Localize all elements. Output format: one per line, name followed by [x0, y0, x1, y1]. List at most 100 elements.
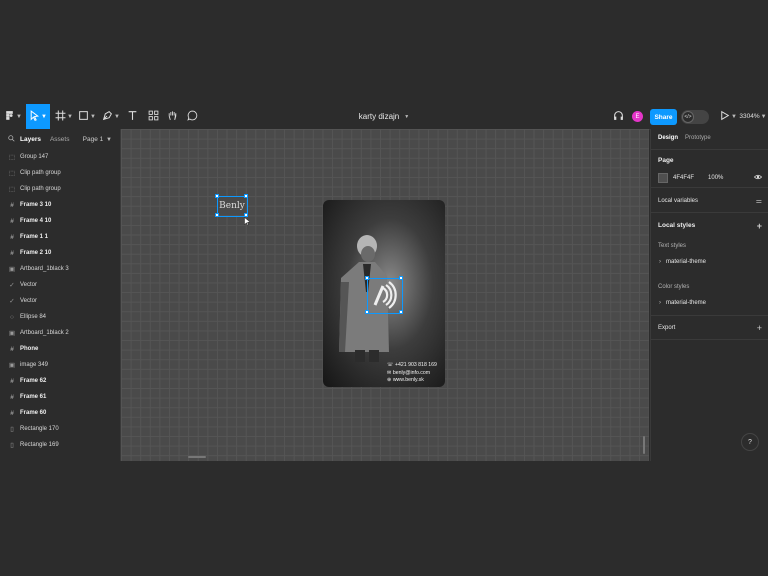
- layer-row[interactable]: ○ Ellipse 84: [0, 309, 120, 325]
- resources-button[interactable]: [146, 104, 160, 129]
- cursor-icon: [29, 109, 40, 124]
- resize-handle[interactable]: [399, 276, 403, 280]
- layer-row[interactable]: # Frame 1 1: [0, 229, 120, 245]
- contact-website: www.benly.sk: [392, 377, 424, 383]
- nfc-selection-box: [367, 278, 403, 314]
- move-tool-button[interactable]: ▼: [26, 104, 50, 129]
- divider: [651, 212, 768, 213]
- tab-assets[interactable]: Assets: [50, 136, 70, 143]
- layer-row[interactable]: # Phone: [0, 341, 120, 357]
- headphones-icon: [613, 110, 624, 124]
- text-style-item[interactable]: › material-theme: [658, 259, 762, 265]
- mail-icon: ✉: [387, 369, 392, 376]
- layer-row[interactable]: ⬚ Clip path group: [0, 181, 120, 197]
- zoom-value: 3304%: [739, 113, 760, 120]
- figma-logo-icon: [4, 110, 15, 124]
- resize-handle[interactable]: [365, 276, 369, 280]
- frame-icon: #: [10, 409, 14, 417]
- layer-row[interactable]: ✓ Vector: [0, 277, 120, 293]
- layer-row[interactable]: ✓ Vector: [0, 293, 120, 309]
- dev-mode-toggle[interactable]: </>: [681, 110, 709, 124]
- file-title[interactable]: karty dizajn: [359, 112, 399, 121]
- resize-handle[interactable]: [244, 194, 248, 198]
- audio-button[interactable]: [611, 104, 625, 129]
- tab-layers[interactable]: Layers: [20, 136, 41, 143]
- chevron-right-icon[interactable]: ›: [659, 259, 661, 265]
- zoom-dropdown[interactable]: 3304% ▼: [739, 104, 766, 129]
- present-button[interactable]: ▼: [718, 104, 738, 129]
- sliders-icon[interactable]: ⚌: [756, 197, 762, 205]
- resize-handle[interactable]: [215, 194, 219, 198]
- local-styles-label: Local styles: [658, 222, 696, 229]
- text-tool-button[interactable]: [125, 104, 139, 129]
- search-icon[interactable]: [8, 134, 15, 144]
- page-opacity[interactable]: 100%: [708, 175, 723, 181]
- frame-icon: #: [10, 249, 14, 257]
- page-color-hex[interactable]: 4F4F4F: [673, 175, 694, 181]
- layer-row[interactable]: # Frame 2 10: [0, 245, 120, 261]
- layer-row[interactable]: ▣ Artboard_1black 2: [0, 325, 120, 341]
- resize-handle[interactable]: [215, 213, 219, 217]
- code-icon: </>: [682, 111, 694, 123]
- avatar[interactable]: E: [632, 111, 643, 122]
- export-row[interactable]: Export +: [658, 323, 762, 333]
- tab-prototype[interactable]: Prototype: [685, 135, 711, 141]
- layer-row[interactable]: ⬚ Group 147: [0, 149, 120, 165]
- layer-row[interactable]: ▣ Artboard_1black 3: [0, 261, 120, 277]
- layer-row[interactable]: # Frame 4 10: [0, 213, 120, 229]
- properties-panel: Design Prototype Page 4F4F4F 100% Local …: [650, 129, 768, 461]
- chevron-right-icon[interactable]: ›: [659, 300, 661, 306]
- main-menu-button[interactable]: ▼: [4, 104, 22, 129]
- layer-row[interactable]: ⬚ Clip path group: [0, 165, 120, 181]
- layer-row[interactable]: # Frame 61: [0, 389, 120, 405]
- contact-block: ☏ +421 903 818 169 ✉ benly@info.com ⊕ ww…: [387, 362, 437, 385]
- horizontal-scrollbar[interactable]: [188, 456, 206, 458]
- layer-name: Clip path group: [20, 170, 61, 176]
- page-selector[interactable]: Page 1 ▼: [83, 136, 112, 143]
- layer-name: Frame 61: [20, 394, 47, 400]
- frame-icon: #: [10, 393, 14, 401]
- layer-row[interactable]: # Frame 60: [0, 405, 120, 421]
- layer-name: Frame 62: [20, 378, 47, 384]
- help-button[interactable]: ?: [741, 433, 759, 451]
- frame-tool-button[interactable]: ▼: [55, 104, 73, 129]
- shape-tool-button[interactable]: ▼: [78, 104, 96, 129]
- color-style-name: material-theme: [666, 300, 707, 306]
- contact-phone: +421 903 818 169: [394, 362, 437, 368]
- group-icon: ⬚: [8, 154, 16, 161]
- layer-name: image 349: [20, 362, 49, 368]
- frame-icon: #: [10, 233, 14, 241]
- canvas[interactable]: Benly ☏ +421 903 818 169 ✉ benly@info.co…: [121, 129, 649, 461]
- color-swatch[interactable]: [658, 173, 668, 183]
- layer-row[interactable]: ▣ image 349: [0, 357, 120, 373]
- layer-row[interactable]: # Frame 62: [0, 373, 120, 389]
- chevron-down-icon[interactable]: ▼: [404, 114, 409, 120]
- play-icon: [719, 110, 730, 124]
- pen-tool-button[interactable]: ▼: [101, 104, 121, 129]
- tab-design[interactable]: Design: [658, 135, 678, 141]
- layer-name: Ellipse 84: [20, 314, 47, 320]
- comment-tool-button[interactable]: [185, 104, 199, 129]
- hand-tool-button[interactable]: [165, 104, 179, 129]
- add-style-icon[interactable]: +: [757, 221, 762, 231]
- local-variables-row[interactable]: Local variables ⚌: [658, 197, 762, 205]
- layer-row[interactable]: ▯ Rectangle 169: [0, 437, 120, 453]
- group-icon: ⬚: [8, 170, 16, 177]
- comment-icon: [186, 110, 198, 124]
- resize-handle[interactable]: [399, 310, 403, 314]
- vertical-scrollbar[interactable]: [643, 436, 645, 454]
- share-button[interactable]: Share: [650, 109, 677, 125]
- color-styles-label: Color styles: [658, 284, 690, 290]
- text-style-name: material-theme: [666, 259, 707, 265]
- contact-email-row: ✉ benly@info.com: [387, 370, 437, 378]
- layer-name: Frame 1 1: [20, 234, 49, 240]
- resize-handle[interactable]: [365, 310, 369, 314]
- page-color-row[interactable]: 4F4F4F 100%: [658, 173, 763, 183]
- color-style-item[interactable]: › material-theme: [658, 300, 762, 306]
- layer-name: Vector: [20, 298, 38, 304]
- frame-icon: [55, 110, 66, 124]
- layer-row[interactable]: ▯ Rectangle 170: [0, 421, 120, 437]
- eye-icon[interactable]: [753, 173, 763, 183]
- add-export-icon[interactable]: +: [757, 323, 762, 333]
- layer-row[interactable]: # Frame 3 10: [0, 197, 120, 213]
